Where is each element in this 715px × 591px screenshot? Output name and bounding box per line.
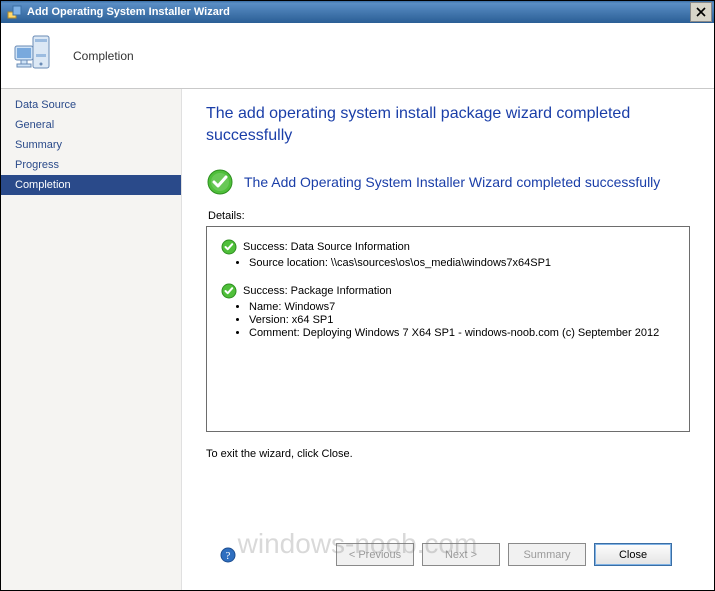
wizard-window: Add Operating System Installer Wizard Co…	[0, 0, 715, 591]
previous-button: < Previous	[336, 543, 414, 566]
summary-button: Summary	[508, 543, 586, 566]
wizard-header: Completion	[1, 23, 714, 89]
success-icon	[221, 283, 237, 299]
sidebar-item-completion[interactable]: Completion	[1, 175, 181, 195]
detail-item: Version: x64 SP1	[249, 314, 675, 326]
detail-item: Comment: Deploying Windows 7 X64 SP1 - w…	[249, 327, 675, 339]
group-title: Success: Data Source Information	[243, 241, 410, 253]
wizard-footer: ? < Previous Next > Summary Close	[206, 533, 690, 580]
wizard-body: Data Source General Summary Progress Com…	[1, 89, 714, 590]
window-close-button[interactable]	[690, 2, 712, 22]
success-icon	[221, 239, 237, 255]
computer-icon	[11, 32, 59, 80]
sidebar: Data Source General Summary Progress Com…	[1, 89, 182, 590]
sidebar-item-general[interactable]: General	[1, 115, 181, 135]
help-icon[interactable]: ?	[220, 547, 236, 563]
main-panel: The add operating system install package…	[182, 89, 714, 590]
header-stage: Completion	[73, 49, 134, 63]
status-row: The Add Operating System Installer Wizar…	[206, 168, 690, 196]
detail-item: Name: Windows7	[249, 301, 675, 313]
detail-item: Source location: \\cas\sources\os\os_med…	[249, 257, 675, 269]
group-title: Success: Package Information	[243, 285, 392, 297]
details-group-package-info: Success: Package Information Name: Windo…	[221, 283, 675, 339]
sidebar-item-data-source[interactable]: Data Source	[1, 95, 181, 115]
next-button: Next >	[422, 543, 500, 566]
app-icon	[7, 4, 23, 20]
success-icon	[206, 168, 234, 196]
window-title: Add Operating System Installer Wizard	[27, 6, 690, 18]
details-label: Details:	[208, 210, 690, 222]
sidebar-item-progress[interactable]: Progress	[1, 155, 181, 175]
exit-instruction: To exit the wizard, click Close.	[206, 448, 690, 460]
status-text: The Add Operating System Installer Wizar…	[244, 174, 660, 190]
sidebar-item-summary[interactable]: Summary	[1, 135, 181, 155]
svg-text:?: ?	[226, 550, 231, 562]
details-group-data-source: Success: Data Source Information Source …	[221, 239, 675, 269]
titlebar: Add Operating System Installer Wizard	[1, 1, 714, 23]
details-box: Success: Data Source Information Source …	[206, 226, 690, 432]
page-heading: The add operating system install package…	[206, 103, 690, 146]
close-button[interactable]: Close	[594, 543, 672, 566]
